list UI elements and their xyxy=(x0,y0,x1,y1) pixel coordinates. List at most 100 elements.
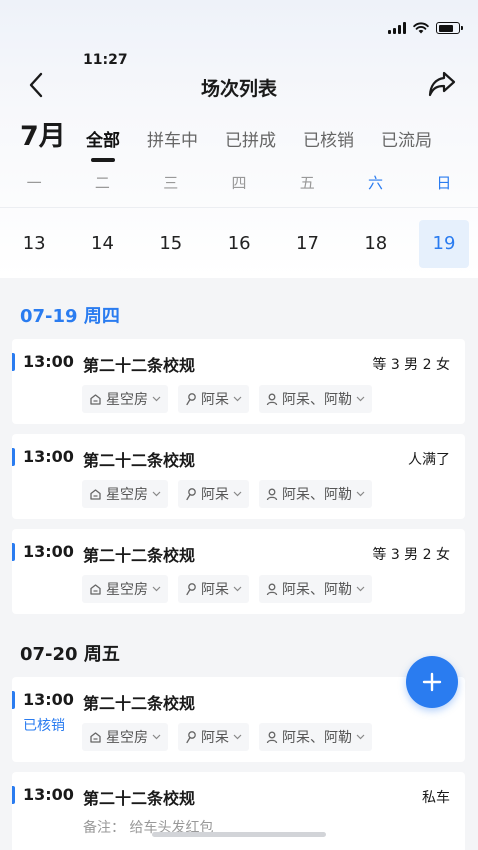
tab-carpooling[interactable]: 拼车中 xyxy=(147,126,198,151)
user-icon xyxy=(266,583,278,595)
host-icon xyxy=(186,731,196,744)
date-cell[interactable]: 15 xyxy=(137,220,205,268)
day-group-title: 07-19 周四 xyxy=(20,306,120,327)
accent-bar xyxy=(12,691,15,709)
host-icon xyxy=(186,488,196,501)
host-label: 阿呆 xyxy=(201,487,229,503)
host-chip[interactable]: 阿呆 xyxy=(178,575,249,603)
host-icon xyxy=(186,583,196,596)
players-chip[interactable]: 阿呆、阿勒 xyxy=(259,723,372,751)
weekday-label: 二 xyxy=(94,174,110,192)
share-button[interactable] xyxy=(426,68,458,100)
session-card[interactable]: 13:00 第二十二条校规 人满了 星空房 阿呆 阿呆、阿勒 xyxy=(12,434,465,519)
session-name: 第二十二条校规 xyxy=(83,356,196,375)
accent-bar xyxy=(12,786,15,804)
tab-cancelled[interactable]: 已流局 xyxy=(381,126,432,151)
players-chip[interactable]: 阿呆、阿勒 xyxy=(259,480,372,508)
session-time: 13:00 xyxy=(23,690,74,709)
tab-verified[interactable]: 已核销 xyxy=(303,126,354,151)
room-chip[interactable]: 星空房 xyxy=(82,575,168,603)
room-label: 星空房 xyxy=(106,582,148,598)
weekday-header: 一 二 三 四 五 六 日 xyxy=(0,172,478,193)
date-cell[interactable]: 14 xyxy=(68,220,136,268)
session-time: 13:00 xyxy=(23,447,74,466)
battery-icon xyxy=(436,22,463,34)
session-card[interactable]: 13:00 第二十二条校规 等 3 男 2 女 星空房 阿呆 阿呆、阿勒 xyxy=(12,339,465,424)
host-chip[interactable]: 阿呆 xyxy=(178,385,249,413)
status-time: 11:27 xyxy=(83,52,128,68)
session-card[interactable]: 13:00 已核销 第二十二条校规 星空房 阿呆 阿呆、阿勒 xyxy=(12,677,465,762)
month-label: 7月 xyxy=(20,121,66,152)
host-icon xyxy=(186,393,196,406)
players-chip[interactable]: 阿呆、阿勒 xyxy=(259,385,372,413)
chevron-down-icon xyxy=(152,396,161,402)
date-cell-selected[interactable]: 19 xyxy=(418,220,469,268)
players-label: 阿呆、阿勒 xyxy=(282,730,352,746)
divider xyxy=(0,207,478,208)
chevron-down-icon xyxy=(233,734,242,740)
session-card[interactable]: 13:00 第二十二条校规 私车 备注： 给车头发红包 xyxy=(12,772,465,850)
weekday-label: 六 xyxy=(368,174,384,192)
chevron-down-icon xyxy=(356,396,365,402)
session-time: 13:00 xyxy=(23,352,74,371)
players-label: 阿呆、阿勒 xyxy=(282,582,352,598)
session-card[interactable]: 13:00 第二十二条校规 等 3 男 2 女 星空房 阿呆 阿呆、阿勒 xyxy=(12,529,465,614)
room-label: 星空房 xyxy=(106,487,148,503)
user-icon xyxy=(266,488,278,500)
session-status: 私车 xyxy=(422,790,450,806)
wifi-icon xyxy=(413,22,429,34)
home-indicator xyxy=(152,832,326,837)
add-session-button[interactable] xyxy=(406,656,458,708)
chevron-down-icon xyxy=(152,586,161,592)
chevron-down-icon xyxy=(356,734,365,740)
host-label: 阿呆 xyxy=(201,730,229,746)
host-chip[interactable]: 阿呆 xyxy=(178,723,249,751)
date-cell[interactable]: 13 xyxy=(0,220,68,268)
weekday-label: 五 xyxy=(299,174,315,192)
date-cell[interactable]: 16 xyxy=(205,220,273,268)
session-status: 等 3 男 2 女 xyxy=(372,547,450,563)
accent-bar xyxy=(12,543,15,561)
tab-all[interactable]: 全部 xyxy=(86,126,120,162)
chevron-down-icon xyxy=(356,586,365,592)
room-icon xyxy=(90,583,101,595)
chevron-down-icon xyxy=(356,491,365,497)
session-time: 13:00 xyxy=(23,785,74,804)
weekday-label: 一 xyxy=(26,174,42,192)
room-chip[interactable]: 星空房 xyxy=(82,385,168,413)
session-name: 第二十二条校规 xyxy=(83,694,196,713)
signal-icon xyxy=(388,22,406,34)
players-chip[interactable]: 阿呆、阿勒 xyxy=(259,575,372,603)
date-cell[interactable]: 17 xyxy=(273,220,341,268)
plus-icon xyxy=(422,672,442,692)
weekday-label: 四 xyxy=(231,174,247,192)
verified-status: 已核销 xyxy=(23,718,65,734)
host-label: 阿呆 xyxy=(201,582,229,598)
session-status: 等 3 男 2 女 xyxy=(372,357,450,373)
weekday-label: 三 xyxy=(163,174,179,192)
share-icon xyxy=(428,71,456,97)
accent-bar xyxy=(12,448,15,466)
host-chip[interactable]: 阿呆 xyxy=(178,480,249,508)
chevron-down-icon xyxy=(152,491,161,497)
status-tabs: 全部 拼车中 已拼成 已核销 已流局 xyxy=(86,126,432,162)
players-label: 阿呆、阿勒 xyxy=(282,392,352,408)
chevron-down-icon xyxy=(233,396,242,402)
status-icons xyxy=(388,22,463,34)
session-time: 13:00 xyxy=(23,542,74,561)
user-icon xyxy=(266,731,278,743)
weekday-label: 日 xyxy=(436,174,452,192)
page-title: 场次列表 xyxy=(200,78,277,100)
session-status: 人满了 xyxy=(408,452,450,468)
room-chip[interactable]: 星空房 xyxy=(82,723,168,751)
date-row: 13 14 15 16 17 18 19 xyxy=(0,220,478,268)
room-label: 星空房 xyxy=(106,730,148,746)
session-name: 第二十二条校规 xyxy=(83,451,196,470)
tab-formed[interactable]: 已拼成 xyxy=(225,126,276,151)
chevron-down-icon xyxy=(152,734,161,740)
accent-bar xyxy=(12,353,15,371)
room-chip[interactable]: 星空房 xyxy=(82,480,168,508)
chevron-down-icon xyxy=(233,491,242,497)
room-label: 星空房 xyxy=(106,392,148,408)
date-cell[interactable]: 18 xyxy=(342,220,410,268)
